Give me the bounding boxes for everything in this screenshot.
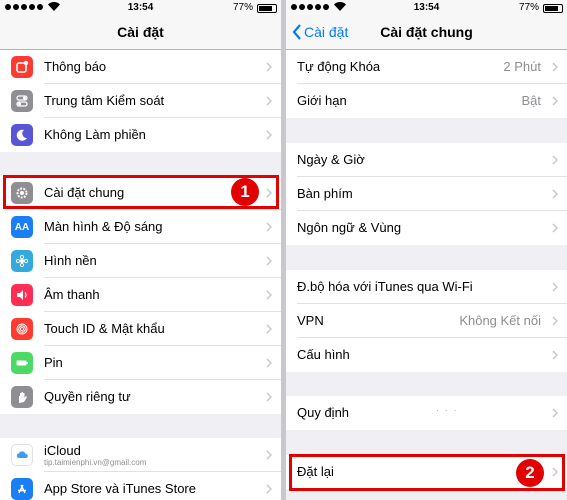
chevron-right-icon	[552, 62, 558, 72]
item-value: Bật	[521, 93, 541, 108]
item-label: Touch ID & Mật khẩu	[44, 321, 165, 336]
chevron-right-icon	[266, 484, 272, 494]
settings-item-battery[interactable]: Pin	[0, 346, 281, 380]
settings-item-privacy[interactable]: Quyền riêng tư	[0, 380, 281, 414]
battery-percent: 77%	[232, 2, 253, 13]
settings-item-app-store[interactable]: App Store và iTunes Store	[0, 472, 281, 500]
item-label: Quy định	[297, 405, 350, 420]
chevron-right-icon	[552, 467, 558, 477]
step-badge-1: 1	[231, 178, 259, 206]
battery-icon	[257, 4, 277, 13]
item-label: Màn hình & Độ sáng	[44, 219, 163, 234]
gear-icon	[11, 182, 33, 204]
item-label: Cài đặt chung	[44, 185, 125, 200]
chevron-right-icon	[552, 316, 558, 326]
item-label: App Store và iTunes Store	[44, 481, 196, 496]
chevron-right-icon	[552, 155, 558, 165]
control-center-icon	[11, 90, 33, 112]
item-label: iCloud	[44, 443, 81, 458]
settings-item-do-not-disturb[interactable]: Không Làm phiền	[0, 118, 281, 152]
app-store-icon	[11, 478, 33, 500]
page-title: Cài đặt chung	[380, 24, 473, 40]
step-badge-2: 2	[516, 459, 544, 487]
item-label: Bàn phím	[297, 186, 353, 201]
status-bar: 13:54 77%	[0, 0, 281, 16]
chevron-right-icon	[266, 96, 272, 106]
status-bar: 13:54 77%	[286, 0, 567, 16]
chevron-right-icon	[552, 350, 558, 360]
settings-screen: 13:54 77% Cài đặt Thông báo Trung tâm Ki…	[0, 0, 281, 500]
item-value: Không Kết nối	[459, 313, 541, 328]
settings-item-touch-id[interactable]: Touch ID & Mật khẩu	[0, 312, 281, 346]
battery-icon	[543, 4, 563, 13]
item-label: Đ.bộ hóa với iTunes qua Wi-Fi	[297, 279, 473, 294]
general-item-restrictions[interactable]: Giới hạn Bật	[286, 84, 567, 118]
item-label: Hình nền	[44, 253, 97, 268]
item-label: Quyền riêng tư	[44, 389, 131, 404]
item-value: 2 Phút	[503, 59, 541, 74]
chevron-right-icon	[266, 222, 272, 232]
nav-bar: Cài đặt	[0, 16, 281, 50]
general-item-keyboard[interactable]: Bàn phím	[286, 177, 567, 211]
chevron-right-icon	[266, 62, 272, 72]
watermark-fragment: · · ·	[436, 406, 459, 415]
general-item-regulatory[interactable]: Quy định · · ·	[286, 396, 567, 430]
chevron-right-icon	[552, 282, 558, 292]
general-item-date-time[interactable]: Ngày & Giờ	[286, 143, 567, 177]
display-brightness-icon: AA	[11, 216, 33, 238]
chevron-right-icon	[266, 188, 272, 198]
item-label: Giới hạn	[297, 93, 347, 108]
general-item-profile[interactable]: Cấu hình	[286, 338, 567, 372]
settings-item-icloud[interactable]: iCloud tip.taimienphi.vn@gmail.com	[0, 438, 281, 472]
settings-item-wallpaper[interactable]: Hình nền	[0, 244, 281, 278]
icloud-account-email: tip.taimienphi.vn@gmail.com	[44, 458, 147, 467]
settings-item-sounds[interactable]: Âm thanh	[0, 278, 281, 312]
chevron-right-icon	[266, 358, 272, 368]
general-settings-screen: 13:54 77% Cài đặt Cài đặt chung Tự động …	[286, 0, 567, 500]
chevron-right-icon	[552, 96, 558, 106]
item-label: Ngôn ngữ & Vùng	[297, 220, 402, 235]
general-item-auto-lock[interactable]: Tự động Khóa 2 Phút	[286, 50, 567, 84]
item-label: Ngày & Giờ	[297, 152, 365, 167]
nav-bar: Cài đặt Cài đặt chung	[286, 16, 567, 50]
moon-icon	[11, 124, 33, 146]
chevron-right-icon	[266, 290, 272, 300]
chevron-right-icon	[266, 392, 272, 402]
sound-icon	[11, 284, 33, 306]
item-label: Pin	[44, 355, 63, 370]
chevron-right-icon	[552, 189, 558, 199]
wallpaper-icon	[11, 250, 33, 272]
settings-item-control-center[interactable]: Trung tâm Kiểm soát	[0, 84, 281, 118]
item-label: Thông báo	[44, 59, 107, 74]
item-label: Trung tâm Kiểm soát	[44, 93, 165, 108]
chevron-right-icon	[266, 256, 272, 266]
chevron-right-icon	[266, 450, 272, 460]
page-title: Cài đặt	[117, 24, 164, 40]
settings-item-display[interactable]: AA Màn hình & Độ sáng	[0, 210, 281, 244]
item-label: VPN	[297, 313, 324, 328]
item-label: Không Làm phiền	[44, 127, 146, 142]
chevron-right-icon	[266, 324, 272, 334]
item-label: Âm thanh	[44, 287, 100, 302]
general-item-language-region[interactable]: Ngôn ngữ & Vùng	[286, 211, 567, 245]
icloud-icon	[11, 444, 33, 466]
chevron-right-icon	[266, 130, 272, 140]
general-item-vpn[interactable]: VPN Không Kết nối	[286, 304, 567, 338]
battery-percent: 77%	[518, 2, 539, 13]
item-label: Đặt lại	[297, 464, 334, 479]
settings-item-notifications[interactable]: Thông báo	[0, 50, 281, 84]
battery-icon	[11, 352, 33, 374]
privacy-hand-icon	[11, 386, 33, 408]
item-label: Tự động Khóa	[297, 59, 381, 74]
notifications-icon	[11, 56, 33, 78]
chevron-right-icon	[552, 223, 558, 233]
chevron-right-icon	[552, 408, 558, 418]
fingerprint-icon	[11, 318, 33, 340]
item-label: Cấu hình	[297, 347, 350, 362]
general-item-itunes-wifi-sync[interactable]: Đ.bộ hóa với iTunes qua Wi-Fi	[286, 270, 567, 304]
